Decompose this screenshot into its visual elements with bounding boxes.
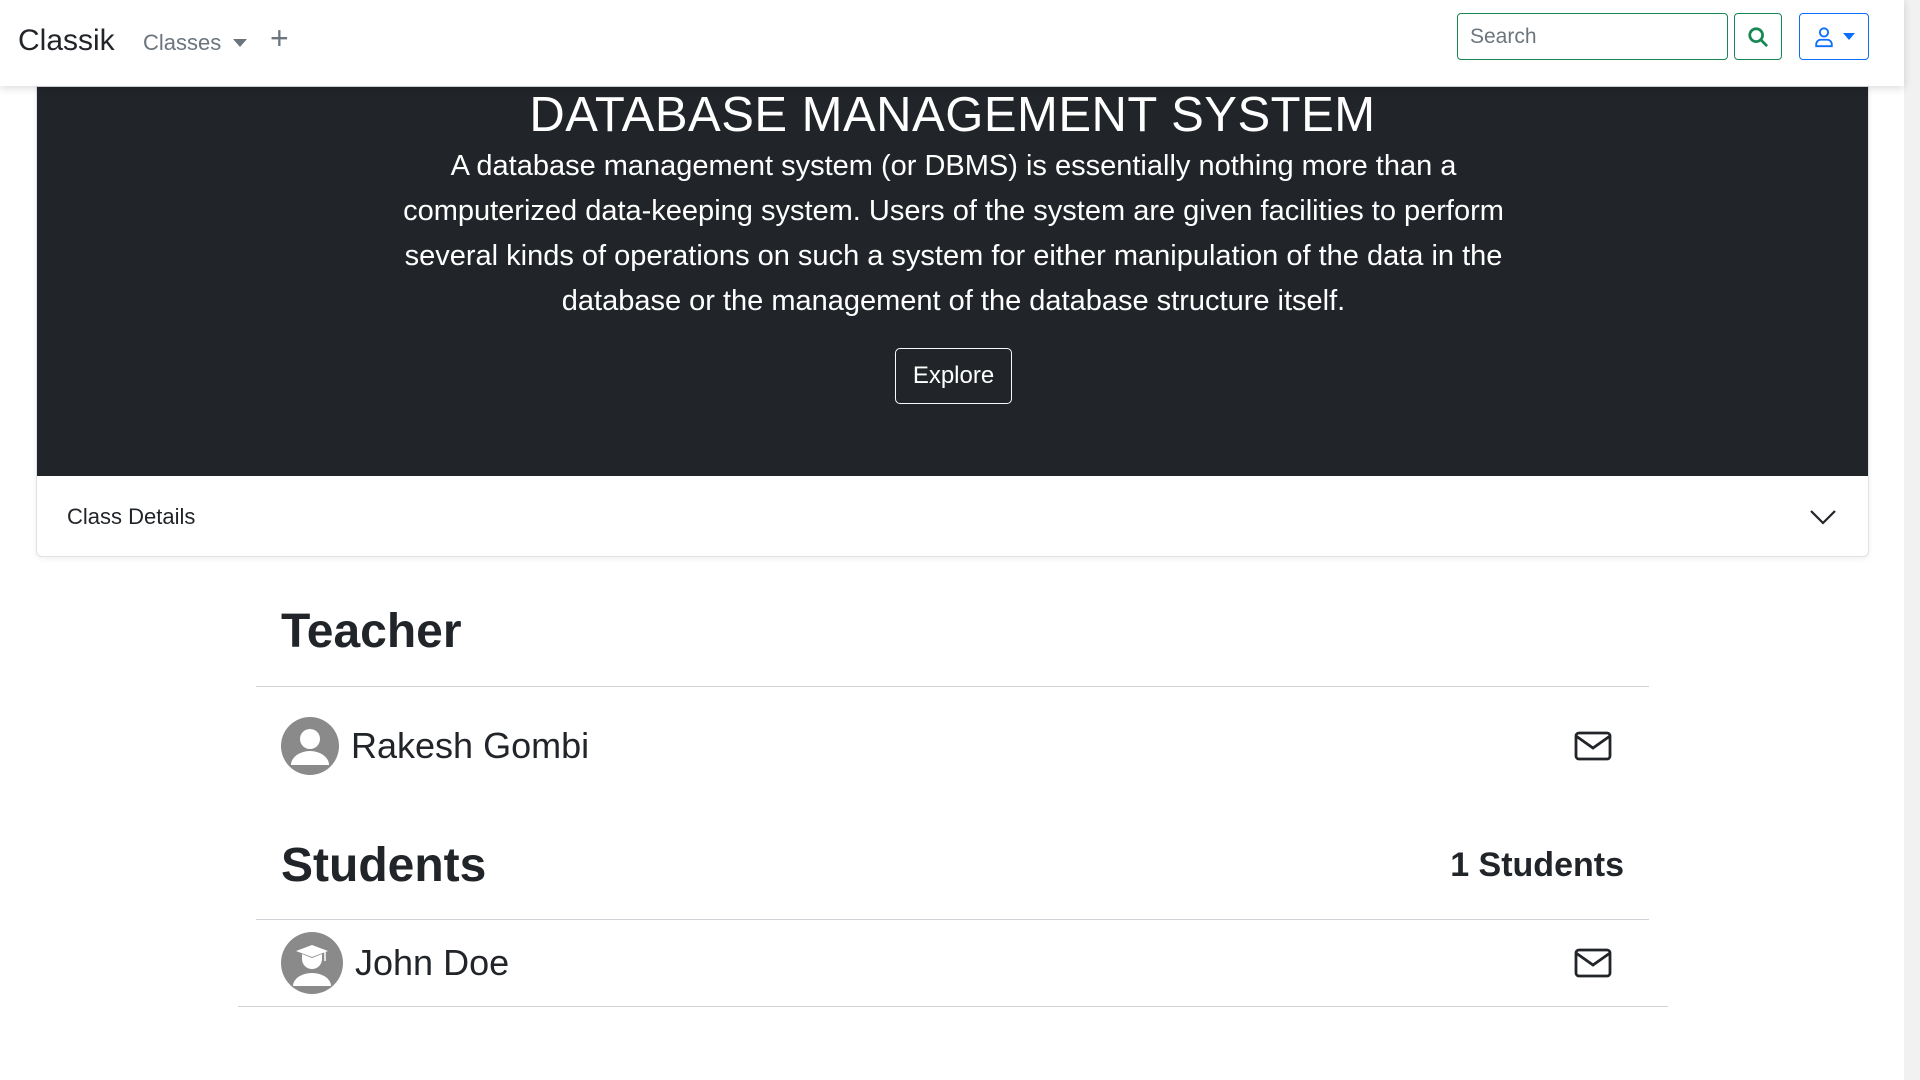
envelope-icon[interactable]: [1574, 731, 1612, 761]
person-avatar-icon: [281, 717, 339, 775]
class-hero: DATABASE MANAGEMENT SYSTEM A database ma…: [37, 87, 1868, 476]
divider: [256, 686, 1649, 687]
class-title: DATABASE MANAGEMENT SYSTEM: [529, 88, 1376, 142]
graduate-avatar-icon: [281, 932, 343, 994]
students-heading: Students: [281, 839, 487, 892]
student-name: John Doe: [355, 942, 510, 983]
caret-down-icon: [1843, 33, 1855, 40]
classes-label: Classes: [143, 30, 222, 55]
classes-dropdown[interactable]: Classes: [143, 30, 248, 56]
divider: [256, 919, 1649, 920]
add-class-button[interactable]: +: [270, 22, 289, 54]
class-details-toggle[interactable]: Class Details: [37, 476, 1868, 557]
teacher-row: Rakesh Gombi: [256, 716, 1649, 776]
students-section: Students 1 Students: [256, 838, 1649, 893]
teacher-name: Rakesh Gombi: [351, 725, 590, 766]
student-row: John Doe: [256, 932, 1649, 994]
caret-down-icon: [233, 39, 248, 47]
class-card: DATABASE MANAGEMENT SYSTEM A database ma…: [36, 86, 1869, 557]
search-input[interactable]: [1457, 13, 1728, 60]
search-icon: [1748, 26, 1768, 47]
teacher-heading: Teacher: [281, 605, 462, 658]
envelope-icon[interactable]: [1574, 948, 1612, 978]
chevron-down-icon: [1810, 509, 1836, 525]
brand-logo[interactable]: Classik: [18, 24, 115, 58]
scrollbar[interactable]: [1904, 0, 1920, 1080]
student-count: 1 Students: [1450, 846, 1624, 884]
class-description: A database management system (or DBMS) i…: [403, 150, 1504, 317]
search-button[interactable]: [1734, 13, 1782, 60]
user-icon: [1815, 26, 1833, 47]
top-navbar: Classik Classes +: [0, 0, 1904, 86]
divider: [238, 1006, 1668, 1007]
teacher-section: Teacher: [256, 604, 1649, 659]
user-menu-button[interactable]: [1799, 13, 1869, 60]
class-details-label: Class Details: [67, 503, 196, 529]
explore-button[interactable]: Explore: [895, 348, 1012, 404]
